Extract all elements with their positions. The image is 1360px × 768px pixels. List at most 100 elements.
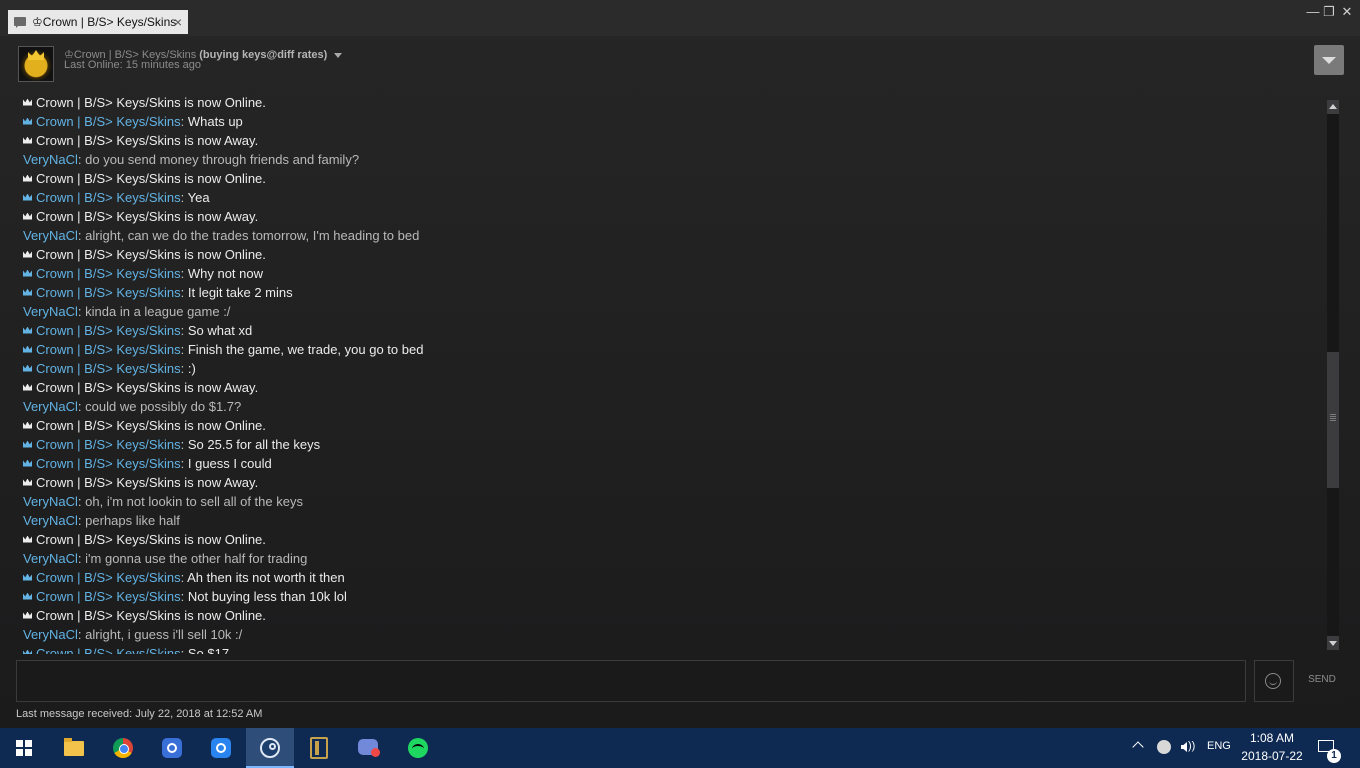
status-change-message: Crown | B/S> Keys/Skins is now Away. <box>23 131 1313 150</box>
message-sender[interactable]: Crown | B/S> Keys/Skins <box>36 342 181 357</box>
language-indicator[interactable]: ENG <box>1207 740 1231 752</box>
crown-icon <box>23 269 33 278</box>
sender-separator: : <box>180 456 188 471</box>
scroll-down-arrow[interactable] <box>1327 636 1339 650</box>
chat-tab[interactable]: ♔Crown | B/S> Keys/Skins × <box>8 10 188 34</box>
avatar[interactable] <box>18 46 54 82</box>
message-sender[interactable]: Crown | B/S> Keys/Skins <box>36 190 181 205</box>
chat-message: VeryNaCl: alright, can we do the trades … <box>23 226 1313 245</box>
close-window-icon[interactable]: ✕ <box>1338 4 1356 20</box>
status-text: Crown | B/S> Keys/Skins is now Online. <box>36 418 266 433</box>
status-text: Crown | B/S> Keys/Skins is now Online. <box>36 532 266 547</box>
crown-icon <box>23 478 33 487</box>
chat-message: VeryNaCl: could we possibly do $1.7? <box>23 397 1313 416</box>
status-text: Crown | B/S> Keys/Skins is now Online. <box>36 171 266 186</box>
message-sender[interactable]: Crown | B/S> Keys/Skins <box>36 285 181 300</box>
message-text: alright, can we do the trades tomorrow, … <box>85 228 420 243</box>
app-blue-icon[interactable] <box>197 728 245 768</box>
caret-down-icon[interactable] <box>334 52 343 58</box>
show-hidden-icons-icon[interactable] <box>1132 741 1144 753</box>
clock-date[interactable]: 2018-07-22 <box>1240 749 1304 763</box>
sender-separator: : <box>180 190 188 205</box>
sender-separator: : <box>180 342 188 357</box>
status-change-message: Crown | B/S> Keys/Skins is now Away. <box>23 378 1313 397</box>
notification-badge: 1 <box>1327 749 1341 763</box>
chat-message: Crown | B/S> Keys/Skins: Ah then its not… <box>23 568 1313 587</box>
message-text: So $17 <box>187 646 230 654</box>
windows-taskbar: )) ENG 1:08 AM 2018-07-22 1 <box>0 728 1360 768</box>
message-text: kinda in a league game :/ <box>85 304 231 319</box>
status-change-message: Crown | B/S> Keys/Skins is now Online. <box>23 245 1313 264</box>
status-message: (buying keys@diff rates) <box>199 49 328 61</box>
message-sender[interactable]: Crown | B/S> Keys/Skins <box>36 361 181 376</box>
crown-icon <box>23 440 33 449</box>
crown-icon <box>23 250 33 259</box>
message-sender[interactable]: Crown | B/S> Keys/Skins <box>36 646 181 654</box>
tab-close-icon[interactable]: × <box>174 10 182 34</box>
file-explorer-icon[interactable] <box>50 728 98 768</box>
message-sender[interactable]: VeryNaCl <box>23 494 78 509</box>
crown-icon <box>23 288 33 297</box>
message-sender[interactable]: VeryNaCl <box>23 399 78 414</box>
message-text: alright, i guess i'll sell 10k :/ <box>85 627 243 642</box>
app-icon[interactable] <box>148 728 196 768</box>
chat-message: Crown | B/S> Keys/Skins: So 25.5 for all… <box>23 435 1313 454</box>
status-change-message: Crown | B/S> Keys/Skins is now Away. <box>23 473 1313 492</box>
message-sender[interactable]: VeryNaCl <box>23 228 78 243</box>
tray-steam-icon[interactable] <box>1157 740 1171 754</box>
message-sender[interactable]: Crown | B/S> Keys/Skins <box>36 437 181 452</box>
send-button[interactable]: SEND <box>1300 660 1344 700</box>
message-sender[interactable]: Crown | B/S> Keys/Skins <box>36 114 181 129</box>
smiley-icon <box>1265 673 1281 689</box>
chat-message: VeryNaCl: do you send money through frie… <box>23 150 1313 169</box>
message-sender[interactable]: Crown | B/S> Keys/Skins <box>36 323 181 338</box>
message-sender[interactable]: Crown | B/S> Keys/Skins <box>36 266 181 281</box>
status-text: Crown | B/S> Keys/Skins is now Away. <box>36 475 259 490</box>
status-text: Crown | B/S> Keys/Skins is now Online. <box>36 95 266 110</box>
chat-message: Crown | B/S> Keys/Skins: So $17 <box>23 644 1313 654</box>
clock-time[interactable]: 1:08 AM <box>1244 731 1300 745</box>
league-icon[interactable] <box>295 728 343 768</box>
maximize-icon[interactable]: ❐ <box>1320 4 1338 20</box>
sender-separator: : <box>180 323 188 338</box>
volume-icon[interactable] <box>1181 742 1187 752</box>
message-text: So 25.5 for all the keys <box>187 437 321 452</box>
crown-icon <box>23 212 33 221</box>
windows-start-icon[interactable] <box>0 728 48 768</box>
volume-waves-icon: )) <box>1188 740 1196 752</box>
steam-icon[interactable] <box>246 728 294 768</box>
status-change-message: Crown | B/S> Keys/Skins is now Away. <box>23 207 1313 226</box>
chat-log[interactable]: Crown | B/S> Keys/Skins is now Online. Cr… <box>23 93 1313 654</box>
sender-separator: : <box>180 361 188 376</box>
chat-message: VeryNaCl: oh, i'm not lookin to sell all… <box>23 492 1313 511</box>
chat-message: VeryNaCl: perhaps like half <box>23 511 1313 530</box>
chat-message: Crown | B/S> Keys/Skins: It legit take 2… <box>23 283 1313 302</box>
steam-chat-window: ♔Crown | B/S> Keys/Skins × — ❐ ✕ ♔Crown … <box>0 0 1360 728</box>
message-sender[interactable]: VeryNaCl <box>23 152 78 167</box>
crown-icon <box>23 421 33 430</box>
message-sender[interactable]: Crown | B/S> Keys/Skins <box>36 570 181 585</box>
crown-icon <box>23 535 33 544</box>
message-input[interactable] <box>16 660 1246 702</box>
crown-icon <box>23 383 33 392</box>
spotify-icon[interactable] <box>394 728 442 768</box>
chat-options-dropdown[interactable] <box>1314 45 1344 75</box>
status-change-message: Crown | B/S> Keys/Skins is now Online. <box>23 416 1313 435</box>
message-sender[interactable]: VeryNaCl <box>23 627 78 642</box>
chat-message: Crown | B/S> Keys/Skins: Not buying less… <box>23 587 1313 606</box>
message-sender[interactable]: Crown | B/S> Keys/Skins <box>36 589 181 604</box>
message-text: i'm gonna use the other half for trading <box>85 551 308 566</box>
sender-separator: : <box>180 114 188 129</box>
scrollbar[interactable] <box>1327 100 1339 650</box>
scroll-up-arrow[interactable] <box>1327 100 1339 114</box>
message-sender[interactable]: VeryNaCl <box>23 551 78 566</box>
discord-icon[interactable] <box>345 728 393 768</box>
message-sender[interactable]: Crown | B/S> Keys/Skins <box>36 456 181 471</box>
chrome-icon[interactable] <box>99 728 147 768</box>
scroll-thumb[interactable] <box>1327 352 1339 488</box>
tab-bar: ♔Crown | B/S> Keys/Skins × — ❐ ✕ <box>0 0 1360 36</box>
message-sender[interactable]: VeryNaCl <box>23 513 78 528</box>
emoticon-button[interactable] <box>1254 660 1294 702</box>
status-text: Crown | B/S> Keys/Skins is now Away. <box>36 133 259 148</box>
message-sender[interactable]: VeryNaCl <box>23 304 78 319</box>
